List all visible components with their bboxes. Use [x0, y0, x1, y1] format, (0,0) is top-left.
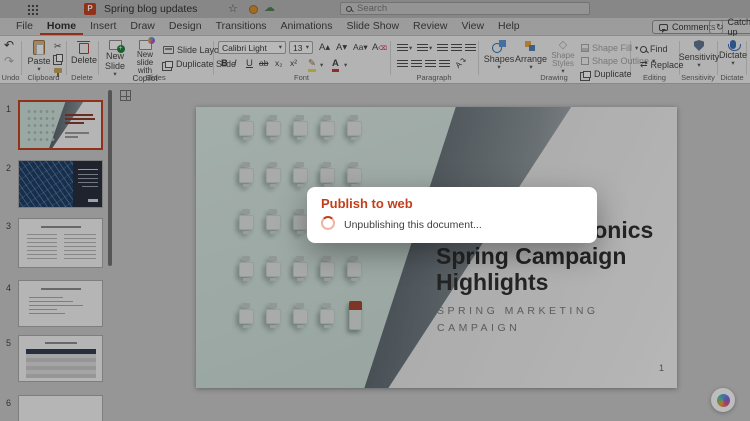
publish-to-web-dialog: Publish to web Unpublishing this documen… [307, 187, 597, 243]
dialog-message: Unpublishing this document... [344, 219, 482, 231]
progress-spinner-icon [321, 216, 335, 230]
dialog-title: Publish to web [321, 196, 413, 211]
